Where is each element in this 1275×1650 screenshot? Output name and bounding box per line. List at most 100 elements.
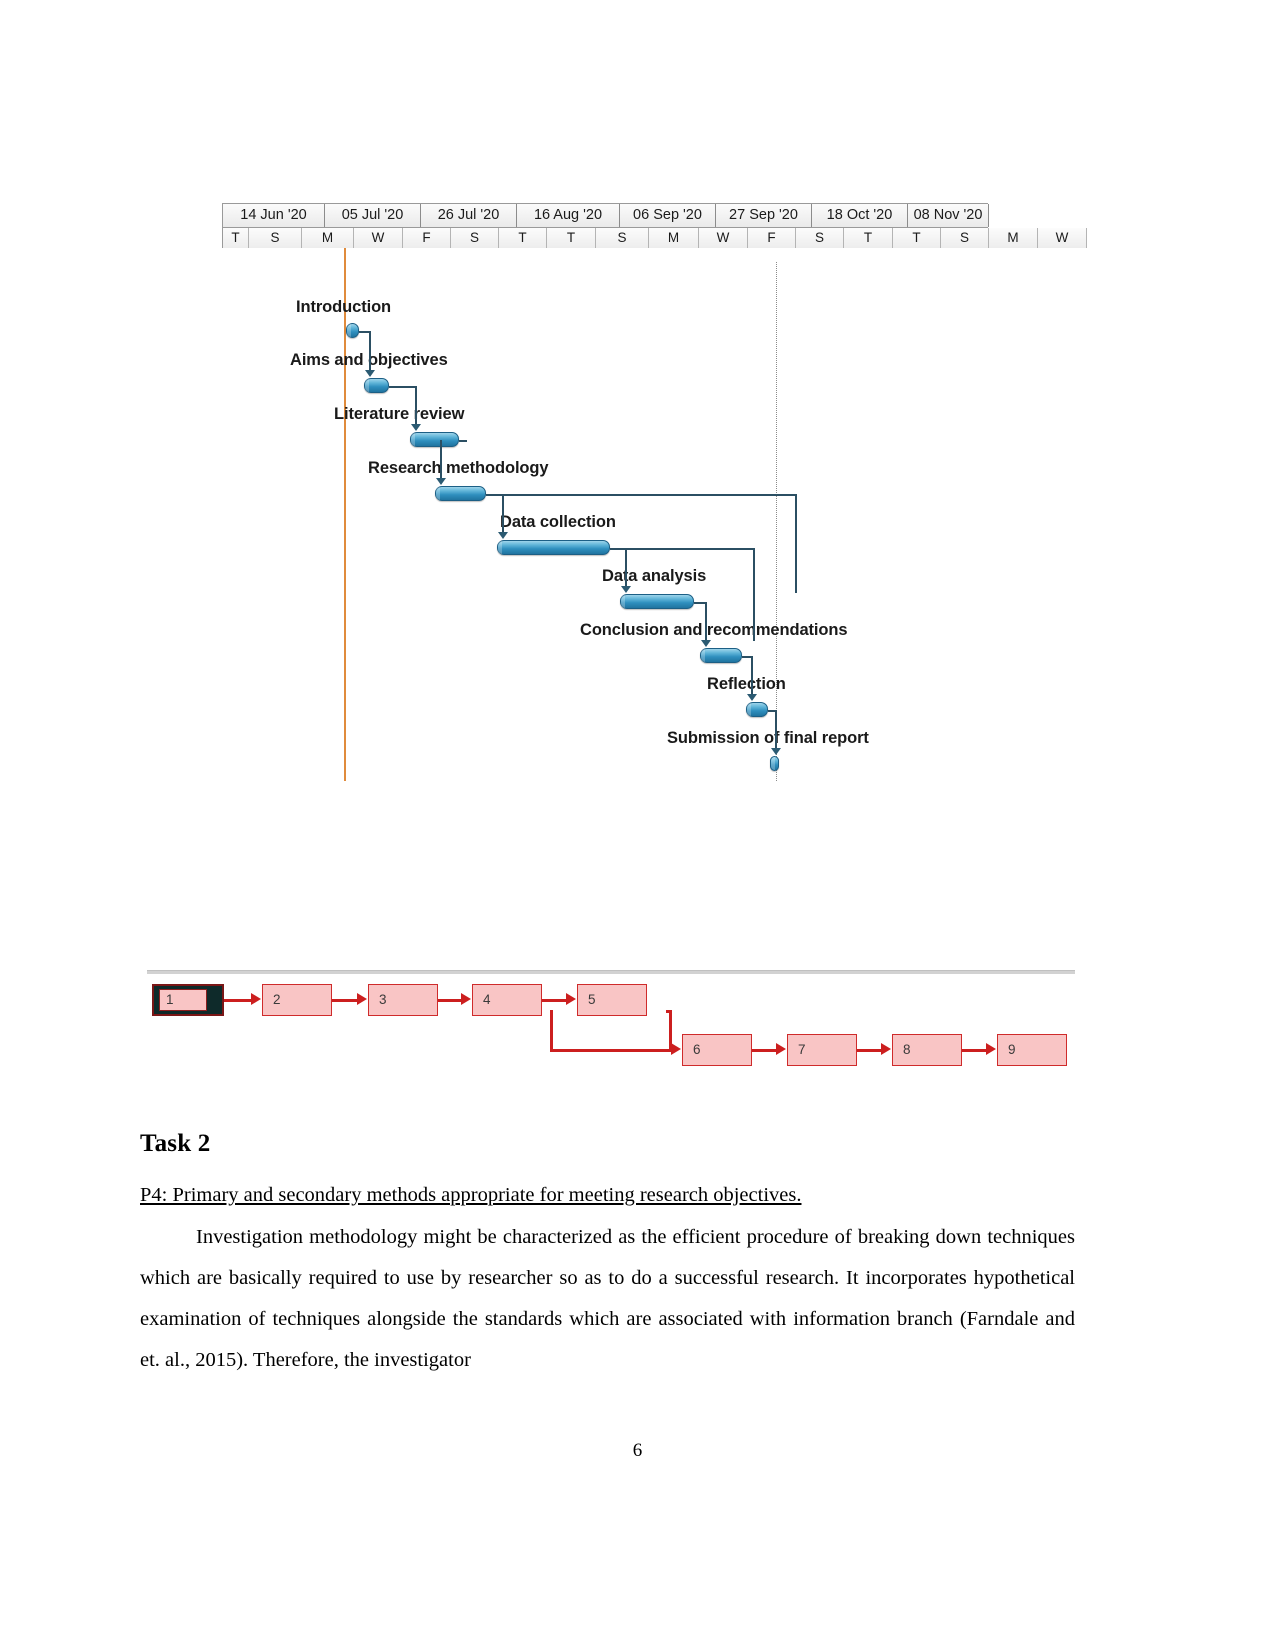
gantt-link-arrow — [701, 640, 711, 647]
network-node-5[interactable]: 5 — [577, 984, 647, 1016]
timescale-major-cell: 06 Sep '20 — [620, 204, 716, 227]
gantt-link-horizontal — [389, 386, 415, 388]
timescale-minor-cell: W — [354, 228, 403, 248]
network-link-vertical — [550, 1010, 553, 1049]
network-link-horizontal — [857, 1049, 882, 1052]
gantt-task-label: Literature review — [334, 405, 465, 423]
network-node-1[interactable]: 1 — [152, 984, 224, 1016]
timescale-minor-cell: T — [844, 228, 893, 248]
gantt-link-vertical — [369, 331, 371, 371]
gantt-task-bar — [497, 540, 610, 555]
network-node-label: 1 — [159, 989, 207, 1011]
timescale-minor-cell: W — [699, 228, 748, 248]
gantt-task-bar — [346, 323, 359, 338]
network-diagram-figure: 1 2 3 4 5 6 7 8 9 — [140, 962, 1075, 1072]
gantt-task-bar — [746, 702, 768, 717]
gantt-task-bar — [410, 432, 459, 447]
gantt-link-arrow — [747, 694, 757, 701]
gantt-link-horizontal — [486, 494, 795, 496]
page-number: 6 — [632, 1440, 643, 1461]
network-diagram-divider — [147, 970, 1075, 974]
network-link-horizontal — [438, 999, 462, 1002]
timescale-major-cell: 14 Jun '20 — [223, 204, 325, 227]
section-subheading: P4: Primary and secondary methods approp… — [140, 1184, 802, 1206]
timescale-minor-cell: S — [249, 228, 302, 248]
gantt-link-horizontal — [694, 602, 705, 604]
gantt-link-vertical — [502, 494, 504, 533]
network-link-horizontal — [666, 1010, 672, 1013]
gantt-link-arrow — [365, 370, 375, 377]
gantt-task-label: Data analysis — [602, 567, 707, 585]
network-node-8[interactable]: 8 — [892, 1034, 962, 1066]
network-link-arrow — [776, 1043, 786, 1055]
gantt-task-bar — [435, 486, 486, 501]
gantt-status-line — [776, 262, 777, 781]
timescale-minor-cell: M — [302, 228, 354, 248]
network-link-arrow — [357, 993, 367, 1005]
network-link-arrow — [986, 1043, 996, 1055]
timescale-minor-cell: S — [941, 228, 989, 248]
network-link-horizontal — [332, 999, 358, 1002]
gantt-link-arrow — [621, 586, 631, 593]
gantt-chart-body: Introduction Aims and objectives Literatur… — [222, 248, 988, 783]
gantt-link-arrow — [771, 748, 781, 755]
timescale-minor-cell: M — [989, 228, 1038, 248]
gantt-link-vertical — [795, 494, 797, 593]
network-link-horizontal — [752, 1049, 777, 1052]
gantt-link-vertical — [705, 602, 707, 641]
gantt-link-vertical — [440, 440, 442, 479]
network-node-7[interactable]: 7 — [787, 1034, 857, 1066]
timescale-minor-cell: T — [499, 228, 547, 248]
timescale-major-cell: 18 Oct '20 — [812, 204, 908, 227]
network-link-horizontal — [224, 999, 252, 1002]
network-link-arrow — [251, 993, 261, 1005]
gantt-task-bar — [620, 594, 694, 609]
gantt-link-horizontal — [610, 548, 753, 550]
network-node-3[interactable]: 3 — [368, 984, 438, 1016]
gantt-link-vertical — [751, 656, 753, 695]
document-text-block: Task 2 P4: Primary and secondary methods… — [140, 1130, 1075, 1381]
timescale-minor-cell: T — [223, 228, 249, 248]
network-node-4[interactable]: 4 — [472, 984, 542, 1016]
network-link-horizontal — [550, 1049, 672, 1052]
gantt-timescale-header: 14 Jun '20 05 Jul '20 26 Jul '20 16 Aug '20… — [222, 203, 1087, 248]
page-title: Task 2 — [140, 1130, 211, 1157]
gantt-link-horizontal — [359, 331, 369, 333]
gantt-task-label: Introduction — [296, 298, 392, 316]
network-link-arrow — [881, 1043, 891, 1055]
gantt-task-bar — [770, 756, 779, 771]
network-node-9[interactable]: 9 — [997, 1034, 1067, 1066]
gantt-task-label: Reflection — [707, 675, 786, 693]
body-paragraph: Investigation methodology might be chara… — [140, 1226, 1075, 1371]
gantt-link-arrow — [411, 424, 421, 431]
network-node-2[interactable]: 2 — [262, 984, 332, 1016]
gantt-link-arrow — [498, 532, 508, 539]
network-link-arrow — [461, 993, 471, 1005]
timescale-minor-cell: W — [1038, 228, 1087, 248]
timescale-major-cell: 08 Nov '20 — [908, 204, 989, 227]
gantt-link-vertical — [775, 710, 777, 749]
timescale-minor-cell: S — [451, 228, 499, 248]
network-link-horizontal — [962, 1049, 987, 1052]
timescale-major-cell: 26 Jul '20 — [421, 204, 517, 227]
timescale-minor-cell: F — [403, 228, 451, 248]
timescale-minor-cell: S — [796, 228, 844, 248]
network-link-arrow — [566, 993, 576, 1005]
timescale-major-cell: 16 Aug '20 — [517, 204, 620, 227]
gantt-task-label: Data collection — [500, 513, 616, 531]
network-node-6[interactable]: 6 — [682, 1034, 752, 1066]
gantt-link-horizontal — [459, 440, 467, 442]
gantt-timescale-major-row: 14 Jun '20 05 Jul '20 26 Jul '20 16 Aug '20… — [223, 204, 989, 227]
gantt-link-arrow — [436, 478, 446, 485]
gantt-timescale-minor-row: TSMWFSTTSMWFSTTSMW — [223, 227, 1087, 248]
timescale-minor-cell: S — [596, 228, 649, 248]
gantt-link-vertical — [753, 548, 755, 641]
gantt-link-horizontal — [742, 656, 751, 658]
timescale-minor-cell: T — [893, 228, 941, 248]
gantt-chart-figure: 14 Jun '20 05 Jul '20 26 Jul '20 16 Aug '20… — [222, 203, 1087, 783]
gantt-task-bar — [364, 378, 389, 393]
gantt-link-vertical — [415, 386, 417, 425]
gantt-link-vertical — [625, 548, 627, 587]
gantt-task-bar — [700, 648, 742, 663]
timescale-minor-cell: F — [748, 228, 796, 248]
